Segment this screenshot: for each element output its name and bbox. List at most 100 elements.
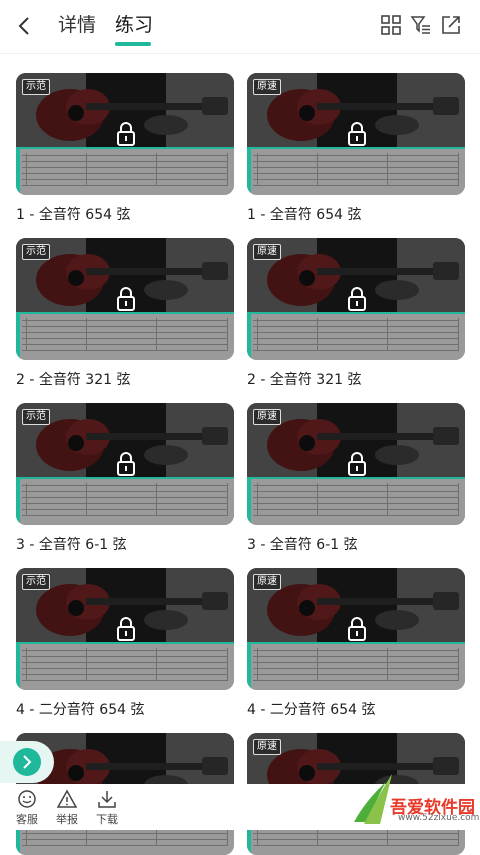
back-button[interactable]: [14, 12, 36, 40]
staff-line: [22, 320, 228, 321]
score-divider: [16, 312, 234, 314]
staff-line: [22, 155, 228, 156]
expand-fab[interactable]: [0, 741, 54, 783]
staff-line: [22, 491, 228, 492]
fab-circle: [13, 748, 41, 776]
lesson-thumbnail[interactable]: 示范: [16, 568, 234, 690]
staff-line: [253, 185, 459, 186]
staff-line: [22, 185, 228, 186]
staff-line: [253, 167, 459, 168]
report-button[interactable]: 举报: [52, 788, 82, 827]
lesson-thumbnail[interactable]: 示范: [16, 73, 234, 195]
sheet-music-preview: [16, 312, 234, 360]
lock-icon: [348, 122, 366, 146]
staff-line: [253, 656, 459, 657]
staff-line: [22, 485, 228, 486]
tab-details[interactable]: 详情: [58, 12, 96, 38]
bar-line: [26, 648, 27, 680]
lesson-thumbnail[interactable]: 原速: [247, 238, 465, 360]
staff-line: [253, 344, 459, 345]
watermark-url: www.52zixue.com: [398, 813, 480, 823]
sheet-music-preview: [247, 147, 465, 195]
bar-line: [317, 648, 318, 680]
staff-line: [253, 320, 459, 321]
staff-line: [22, 167, 228, 168]
staff-line: [253, 839, 459, 840]
staff-line: [253, 179, 459, 180]
grid-view-button[interactable]: [380, 14, 402, 36]
staff-line: [22, 173, 228, 174]
staff-line: [253, 845, 459, 846]
staff-line: [22, 839, 228, 840]
mode-tag: 示范: [22, 409, 50, 425]
share-button[interactable]: [440, 14, 462, 36]
bar-line: [227, 318, 228, 350]
bar-line: [86, 648, 87, 680]
bar-line: [227, 648, 228, 680]
bar-line: [387, 318, 388, 350]
tab-practice[interactable]: 练习: [115, 12, 153, 38]
grid-icon: [381, 15, 401, 35]
lock-icon: [348, 287, 366, 311]
download-icon: [98, 791, 116, 808]
bar-line: [317, 153, 318, 185]
score-divider: [16, 642, 234, 644]
lock-icon: [117, 617, 135, 641]
staff-line: [253, 491, 459, 492]
staff-line: [22, 674, 228, 675]
lesson-title: 3 - 全音符 6-1 弦: [16, 537, 127, 553]
staff-line: [22, 515, 228, 516]
lesson-thumbnail[interactable]: 原速: [247, 403, 465, 525]
score-divider: [16, 477, 234, 479]
score-divider: [247, 147, 465, 149]
lesson-title: 1 - 全音符 654 弦: [247, 207, 362, 223]
bar-line: [156, 483, 157, 515]
staff-line: [253, 173, 459, 174]
staff-line: [253, 326, 459, 327]
mode-tag: 原速: [253, 739, 281, 755]
bar-line: [86, 318, 87, 350]
staff-line: [253, 161, 459, 162]
bar-line: [387, 648, 388, 680]
lesson-thumbnail[interactable]: 原速: [247, 568, 465, 690]
score-side-marker: [247, 314, 251, 360]
lesson-title: 2 - 全音符 321 弦: [16, 372, 131, 388]
staff-line: [253, 497, 459, 498]
score-side-marker: [247, 479, 251, 525]
staff-line: [22, 845, 228, 846]
staff-line: [22, 326, 228, 327]
score-side-marker: [16, 479, 20, 525]
lesson-thumbnail[interactable]: 示范: [16, 403, 234, 525]
lesson-title: 4 - 二分音符 654 弦: [16, 702, 145, 718]
score-side-marker: [247, 644, 251, 690]
staff-line: [22, 161, 228, 162]
bar-line: [458, 318, 459, 350]
staff-line: [22, 656, 228, 657]
lock-icon: [117, 452, 135, 476]
filter-icon: [410, 16, 430, 34]
staff-line: [253, 503, 459, 504]
staff-line: [253, 650, 459, 651]
mode-tag: 原速: [253, 244, 281, 260]
lesson-thumbnail[interactable]: 原速: [247, 73, 465, 195]
bar-line: [156, 318, 157, 350]
bar-line: [156, 153, 157, 185]
customer-service-button[interactable]: 客服: [12, 788, 42, 827]
filter-button[interactable]: [410, 14, 432, 36]
mode-tag: 示范: [22, 79, 50, 95]
bar-line: [387, 483, 388, 515]
mode-tag: 示范: [22, 244, 50, 260]
sheet-music-preview: [16, 477, 234, 525]
lock-icon: [348, 617, 366, 641]
staff-line: [253, 332, 459, 333]
bar-line: [86, 483, 87, 515]
bar-line: [387, 153, 388, 185]
mode-tag: 原速: [253, 574, 281, 590]
download-button[interactable]: 下载: [92, 788, 122, 827]
score-side-marker: [16, 149, 20, 195]
lesson-thumbnail[interactable]: 示范: [16, 238, 234, 360]
mode-tag: 示范: [22, 574, 50, 590]
staff-line: [22, 179, 228, 180]
sheet-music-preview: [247, 477, 465, 525]
score-divider: [247, 477, 465, 479]
